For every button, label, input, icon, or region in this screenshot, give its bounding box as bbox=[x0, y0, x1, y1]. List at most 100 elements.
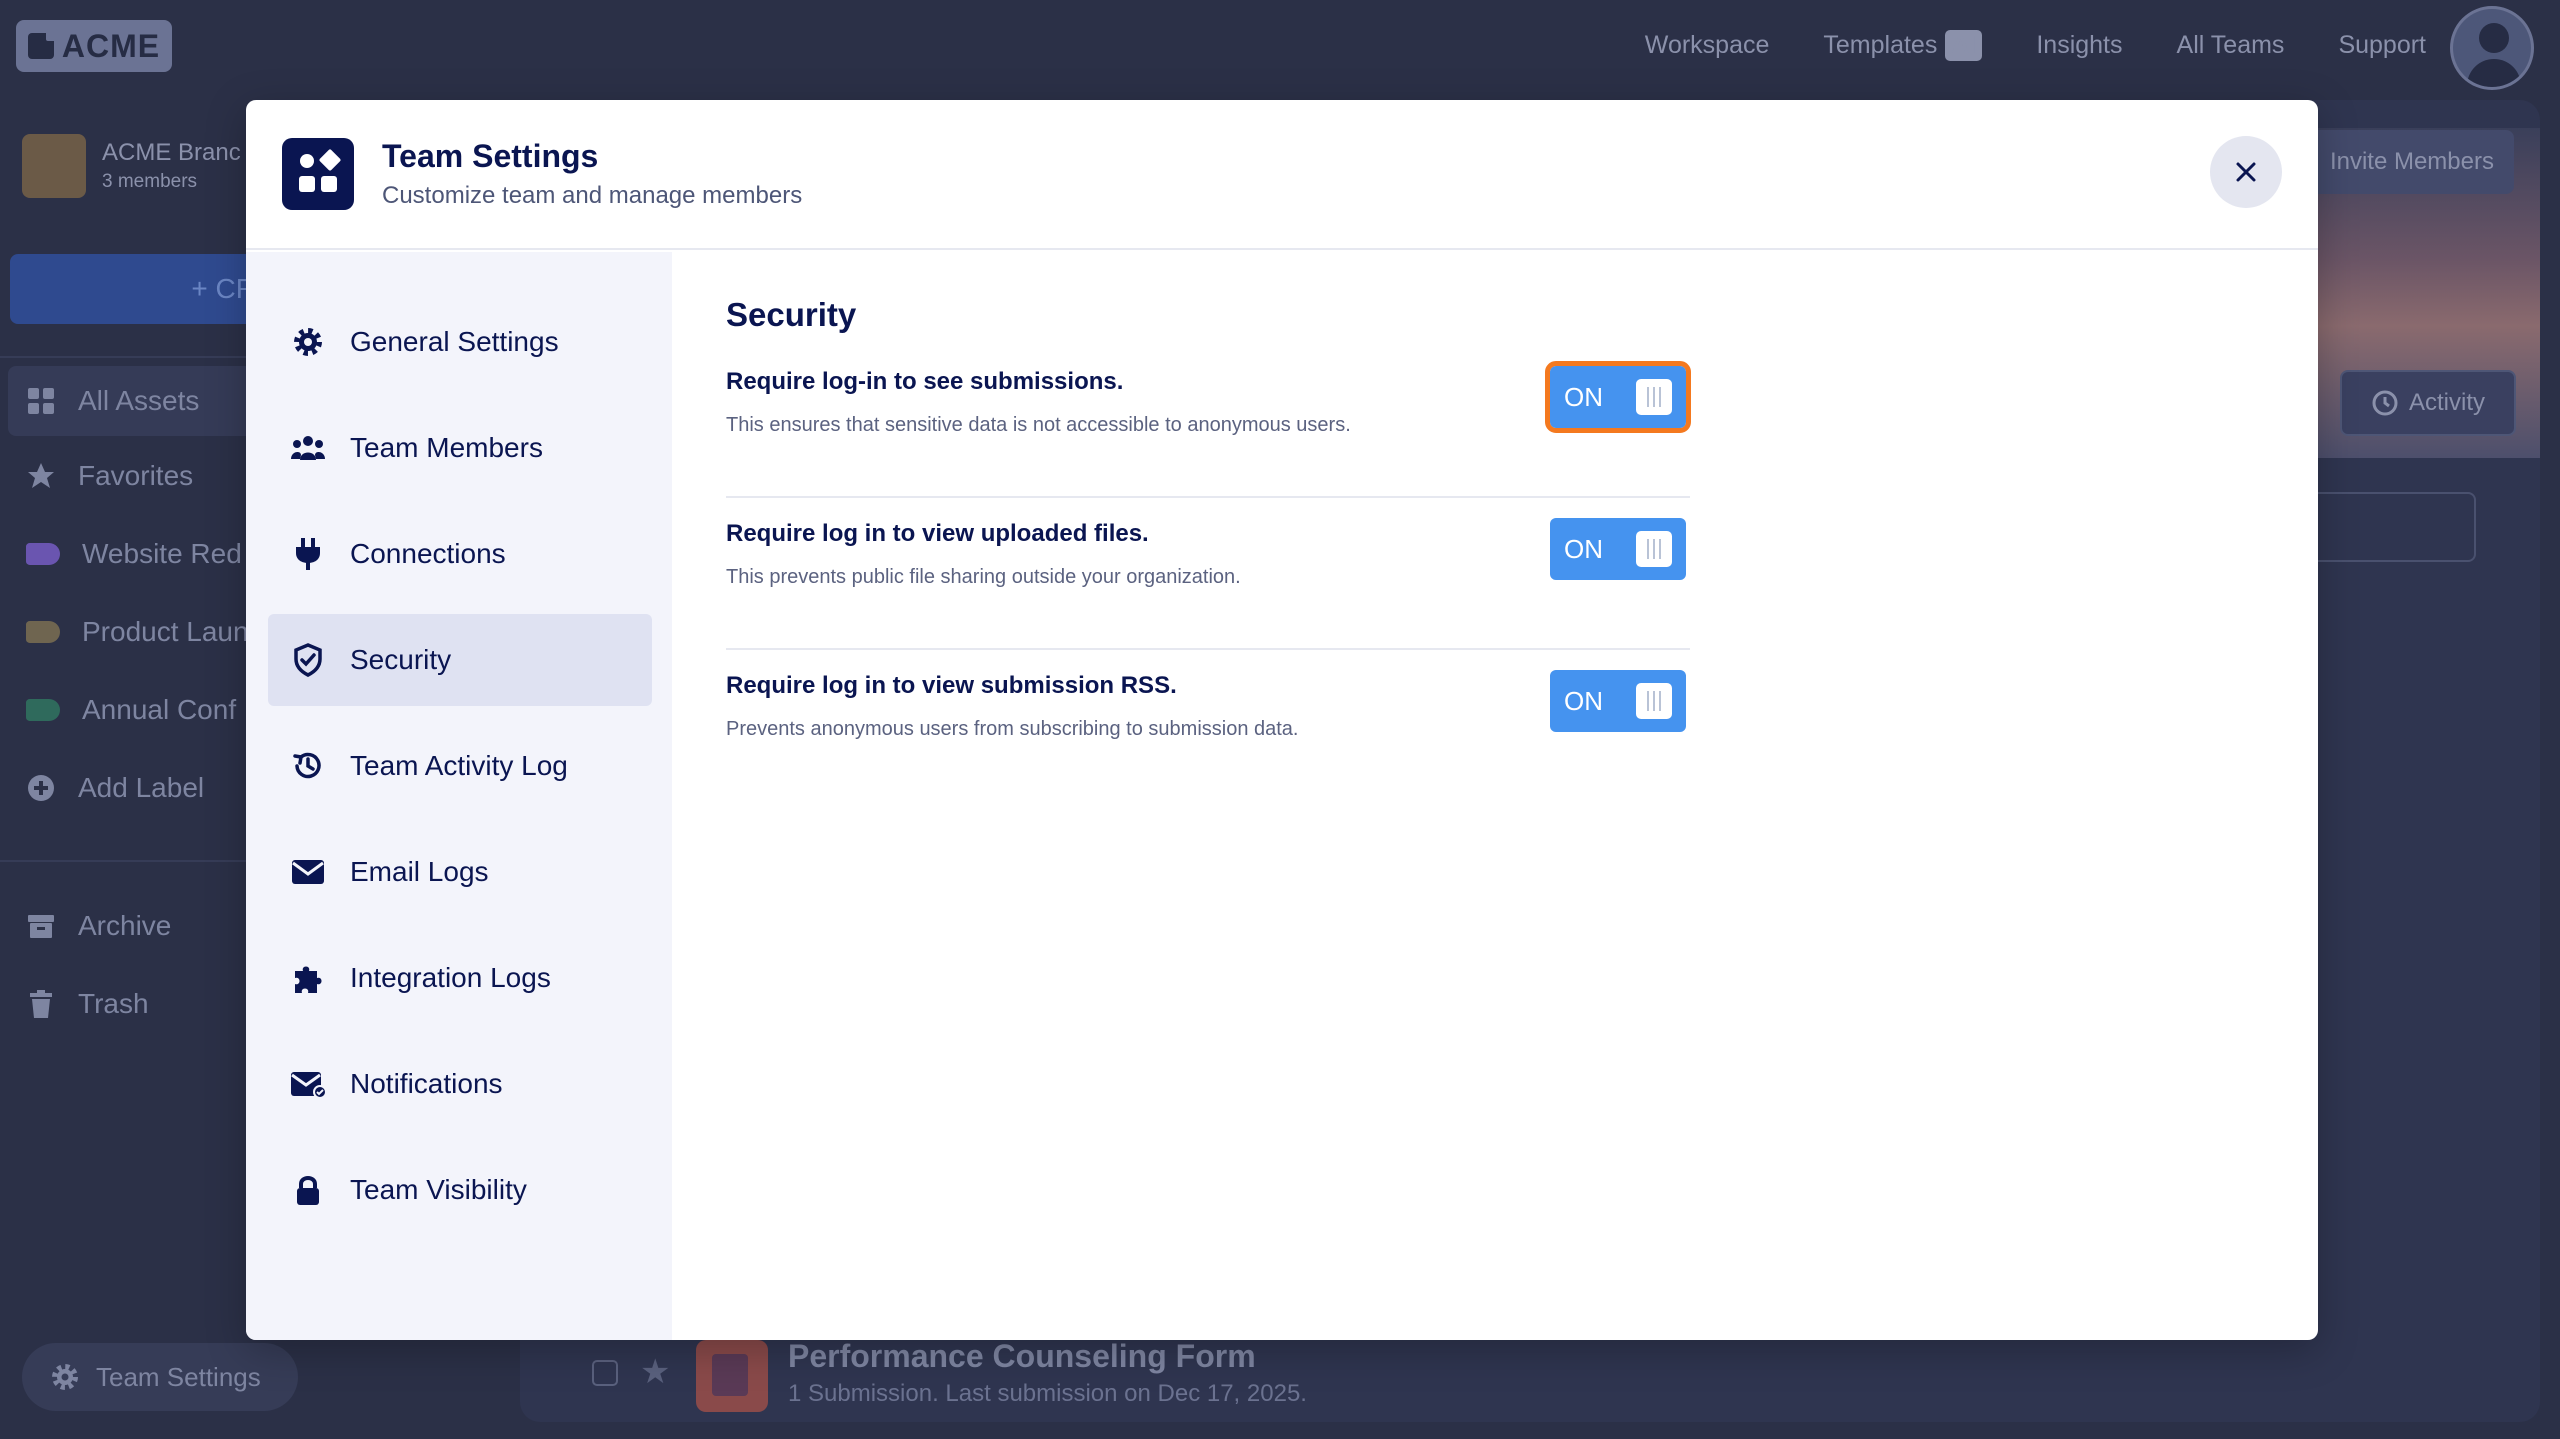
toggle-require-login-files[interactable]: ON bbox=[1550, 518, 1686, 580]
nav-templates[interactable]: Templates AI bbox=[1823, 30, 1983, 61]
sidebar-item-label: Website Red bbox=[82, 538, 242, 569]
setting-description: Prevents anonymous users from subscribin… bbox=[726, 718, 1299, 740]
nav-workspace[interactable]: Workspace bbox=[1645, 30, 1770, 61]
lock-icon bbox=[290, 1172, 326, 1208]
nav-team-members[interactable]: Team Members bbox=[268, 402, 652, 494]
setting-require-login-files: Require log in to view uploaded files. T… bbox=[726, 498, 1690, 650]
logo-text: ACME bbox=[61, 27, 161, 64]
tag-icon bbox=[26, 543, 60, 565]
acme-logo[interactable]: ACME bbox=[16, 20, 172, 72]
sidebar-item-label: Favorites bbox=[78, 460, 194, 491]
icon-diamond bbox=[318, 148, 342, 172]
nav-email-logs[interactable]: Email Logs bbox=[268, 826, 652, 918]
trash-icon bbox=[30, 990, 52, 1018]
team-settings-label: Team Settings bbox=[96, 1361, 261, 1392]
form-title[interactable]: Performance Counseling Form bbox=[788, 1338, 1256, 1375]
setting-require-login-submissions: Require log-in to see submissions. This … bbox=[726, 346, 1691, 498]
team-settings-button[interactable]: Team Settings bbox=[22, 1343, 298, 1411]
user-avatar[interactable] bbox=[2450, 6, 2534, 90]
activity-button[interactable]: Activity bbox=[2340, 370, 2516, 436]
sidebar-divider bbox=[0, 860, 250, 862]
setting-description: This ensures that sensitive data is not … bbox=[726, 414, 1351, 436]
favorite-star-icon[interactable]: ★ bbox=[640, 1352, 670, 1392]
team-name: ACME Branc bbox=[102, 139, 241, 166]
users-icon bbox=[290, 430, 326, 466]
nav-notifications[interactable]: Notifications bbox=[268, 1038, 652, 1130]
team-settings-icon bbox=[282, 138, 354, 210]
sidebar-item-website-redesign[interactable]: Website Red bbox=[26, 538, 242, 570]
sidebar-item-label: Annual Conf bbox=[82, 694, 237, 725]
plus-circle-icon bbox=[28, 775, 54, 801]
sidebar-item-label: Product Laun bbox=[82, 616, 249, 647]
search-input[interactable] bbox=[2300, 492, 2476, 562]
sidebar-item-favorites[interactable]: Favorites bbox=[26, 460, 193, 492]
nav-team-activity-log[interactable]: Team Activity Log bbox=[268, 720, 652, 812]
invite-members-button[interactable]: Invite Members bbox=[2300, 130, 2514, 194]
toggle-require-login-submissions[interactable]: ON bbox=[1545, 361, 1691, 433]
nav-label: Team Activity Log bbox=[350, 750, 568, 781]
sidebar: ACME Branc 3 members + CR All Assets Fav… bbox=[0, 100, 270, 1439]
modal-header: Team Settings Customize team and manage … bbox=[246, 100, 2318, 250]
nav-label: Email Logs bbox=[350, 856, 489, 887]
sidebar-divider bbox=[0, 356, 250, 358]
nav-label: Integration Logs bbox=[350, 962, 551, 993]
top-navigation: Workspace Templates AI Insights All Teams… bbox=[1645, 30, 2426, 61]
grid-icon bbox=[28, 388, 54, 414]
setting-title: Require log-in to see submissions. bbox=[726, 368, 1124, 395]
mail-notification-icon bbox=[290, 1066, 326, 1102]
sidebar-item-product-launch[interactable]: Product Laun bbox=[26, 616, 249, 648]
close-icon bbox=[2236, 162, 2256, 182]
toggle-knob bbox=[1636, 531, 1672, 567]
nav-team-visibility[interactable]: Team Visibility bbox=[268, 1144, 652, 1236]
close-button[interactable] bbox=[2210, 136, 2282, 208]
team-member-count: 3 members bbox=[102, 171, 198, 192]
sidebar-item-annual-conference[interactable]: Annual Conf bbox=[26, 694, 236, 726]
nav-label: Notifications bbox=[350, 1068, 503, 1099]
gear-icon bbox=[52, 1364, 78, 1390]
create-button[interactable]: + CR bbox=[10, 254, 270, 324]
toggle-state-label: ON bbox=[1564, 381, 1603, 412]
plug-icon bbox=[290, 536, 326, 572]
sidebar-item-archive[interactable]: Archive bbox=[26, 910, 171, 942]
history-icon bbox=[290, 748, 326, 784]
toggle-state-label: ON bbox=[1564, 685, 1603, 716]
top-bar: ACME Workspace Templates AI Insights All … bbox=[0, 0, 2560, 100]
nav-insights[interactable]: Insights bbox=[2036, 30, 2122, 61]
nav-integration-logs[interactable]: Integration Logs bbox=[268, 932, 652, 1024]
settings-nav: General Settings Team Members Connection… bbox=[246, 252, 672, 1340]
activity-label: Activity bbox=[2408, 389, 2485, 416]
nav-general-settings[interactable]: General Settings bbox=[268, 296, 652, 388]
team-card[interactable]: ACME Branc 3 members bbox=[22, 134, 241, 198]
sidebar-item-trash[interactable]: Trash bbox=[26, 988, 149, 1020]
star-icon bbox=[28, 463, 54, 488]
toggle-knob bbox=[1636, 379, 1672, 415]
toggle-require-login-rss[interactable]: ON bbox=[1550, 670, 1686, 732]
toggle-knob bbox=[1636, 683, 1672, 719]
tag-icon bbox=[26, 699, 60, 721]
form-icon bbox=[696, 1340, 768, 1412]
section-title: Security bbox=[726, 296, 857, 333]
nav-security[interactable]: Security bbox=[268, 614, 652, 706]
row-checkbox[interactable] bbox=[592, 1360, 618, 1386]
security-panel: Security Require log-in to see submissio… bbox=[672, 252, 2318, 1340]
nav-label: Security bbox=[350, 644, 452, 675]
modal-title: Team Settings bbox=[382, 138, 599, 174]
nav-all-teams[interactable]: All Teams bbox=[2177, 30, 2285, 61]
nav-templates-label: Templates bbox=[1823, 31, 1938, 59]
form-list-item[interactable]: ★ Performance Counseling Form 1 Submissi… bbox=[520, 1330, 2540, 1422]
sidebar-item-label: Add Label bbox=[78, 772, 205, 803]
nav-support[interactable]: Support bbox=[2338, 30, 2426, 61]
nav-connections[interactable]: Connections bbox=[268, 508, 652, 600]
team-settings-modal: Team Settings Customize team and manage … bbox=[246, 100, 2318, 1340]
form-doc-icon bbox=[712, 1354, 748, 1396]
sidebar-add-label[interactable]: Add Label bbox=[26, 772, 204, 804]
nav-label: Team Members bbox=[350, 432, 543, 463]
setting-description: This prevents public file sharing outsid… bbox=[726, 566, 1241, 588]
team-thumbnail bbox=[22, 134, 86, 198]
sidebar-item-all-assets[interactable]: All Assets bbox=[8, 366, 268, 436]
icon-square bbox=[299, 176, 315, 192]
form-submission-info: 1 Submission. Last submission on Dec 17,… bbox=[788, 1380, 1307, 1407]
archive-icon bbox=[28, 915, 54, 938]
icon-circle bbox=[300, 154, 314, 168]
nav-label: General Settings bbox=[350, 326, 559, 357]
